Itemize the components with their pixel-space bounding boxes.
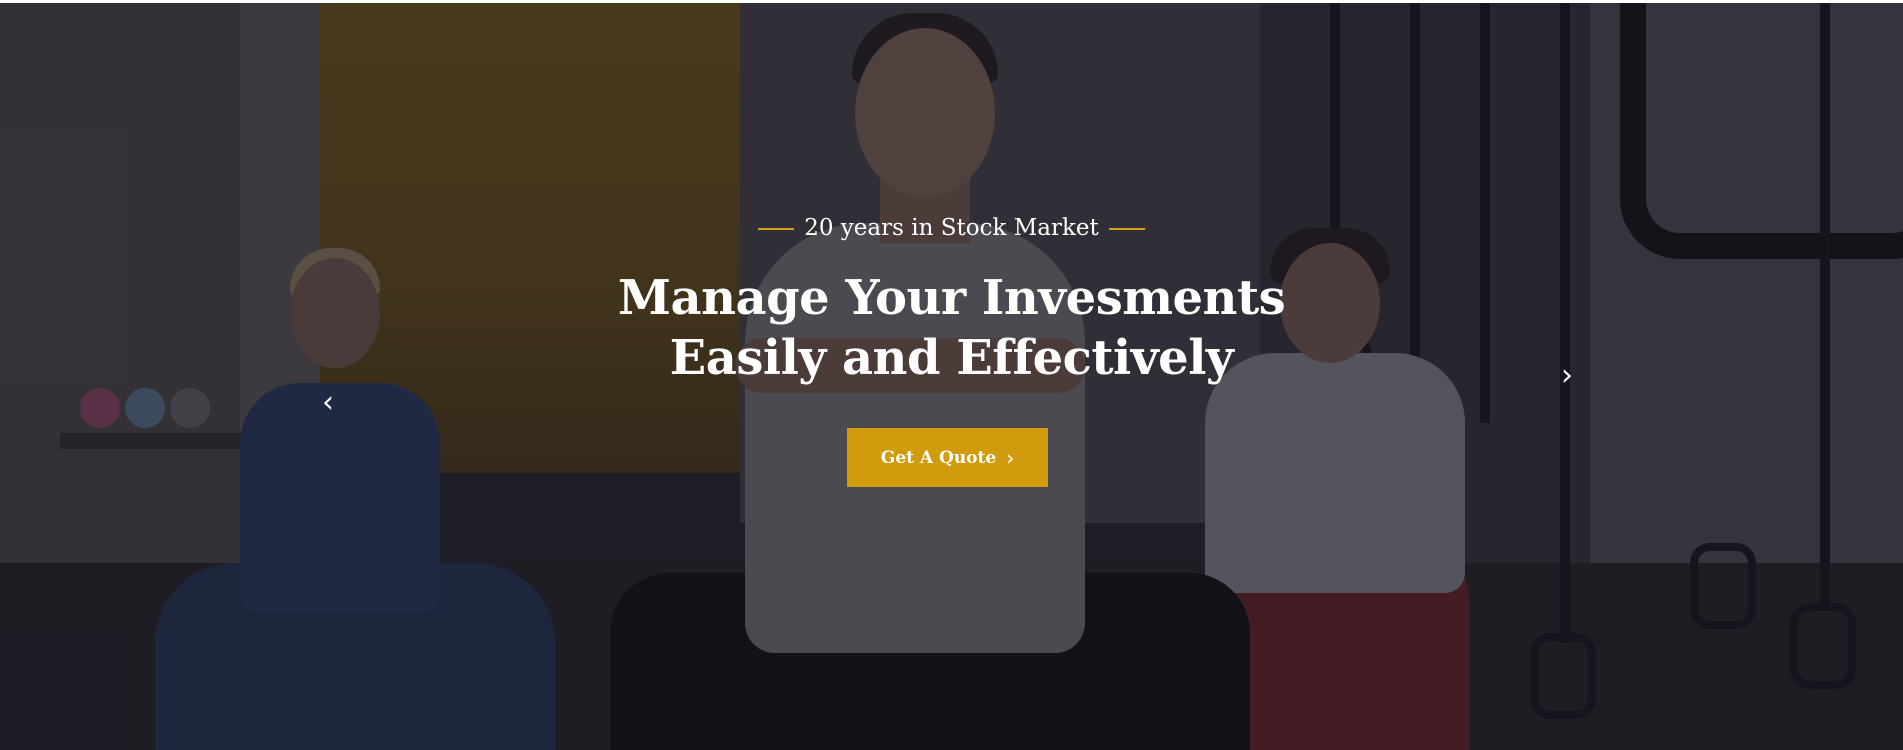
eyebrow-line-right [1108,228,1145,230]
get-a-quote-label: Get A Quote [880,447,997,468]
hero-title: Manage Your Invesments Easily and Effect… [0,268,1903,388]
chevron-left-icon: ‹ [322,385,334,420]
hero-title-line-1: Manage Your Invesments [617,270,1286,326]
get-a-quote-button[interactable]: Get A Quote › [847,428,1048,487]
hero-eyebrow: 20 years in Stock Market [0,215,1903,241]
chevron-right-icon: › [1561,358,1573,393]
hero-content: 20 years in Stock Market Manage Your Inv… [0,3,1903,750]
hero-slider: 20 years in Stock Market Manage Your Inv… [0,3,1903,750]
slider-prev-arrow[interactable]: ‹ [322,388,334,418]
hero-title-line-2: Easily and Effectively [669,330,1234,386]
hero-eyebrow-text: 20 years in Stock Market [804,215,1099,241]
chevron-right-icon: › [1006,445,1015,470]
slider-next-arrow[interactable]: › [1561,361,1573,391]
eyebrow-line-left [758,228,795,230]
